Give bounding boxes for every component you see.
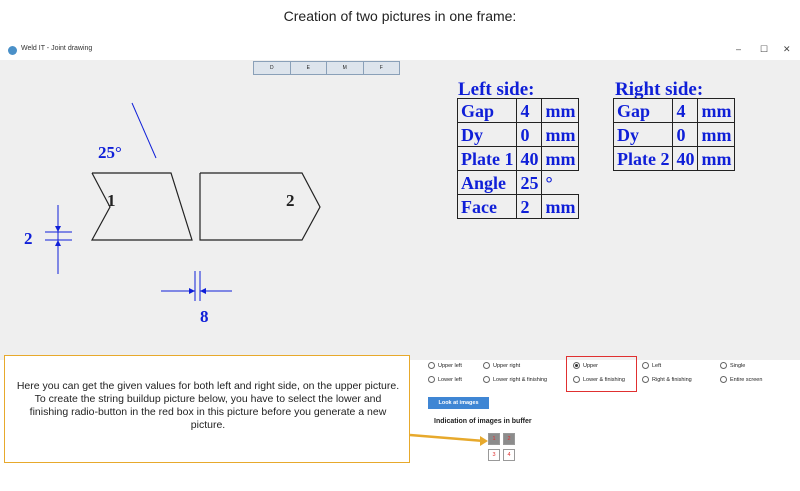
plate-1-label: 1 <box>107 191 116 210</box>
gap-arrow-down <box>55 226 61 232</box>
param-value: 40 <box>672 146 699 171</box>
radio-upper-right[interactable]: Upper right <box>483 362 520 369</box>
param-unit: mm <box>697 122 736 147</box>
param-value: 2 <box>516 194 543 219</box>
param-unit: mm <box>541 122 580 147</box>
radio-right-finishing[interactable]: Right & finishing <box>642 376 692 383</box>
param-name: Dy <box>456 122 518 147</box>
radio-label: Upper right <box>493 362 521 369</box>
buffer-cell-4: 4 <box>503 449 515 461</box>
param-name: Plate 2 <box>612 146 674 171</box>
param-value: 0 <box>516 122 543 147</box>
radio-left[interactable]: Left <box>642 362 661 369</box>
radio-circle[interactable] <box>642 376 649 383</box>
left-values-table: Gap 4 mm Dy 0 mm Plate 1 40 mm Angle 25 … <box>456 98 580 219</box>
param-unit: mm <box>697 146 736 171</box>
param-value: 4 <box>672 98 699 123</box>
radio-circle[interactable] <box>642 362 649 369</box>
table-row: Dy 0 mm <box>612 122 736 147</box>
radio-label: Lower right & finishing <box>493 376 548 383</box>
param-name: Gap <box>612 98 674 123</box>
table-row: Face 2 mm <box>456 194 580 219</box>
radio-label: Left <box>652 362 662 369</box>
param-name: Gap <box>456 98 518 123</box>
radio-label: Entire screen <box>730 376 763 383</box>
param-unit: mm <box>697 98 736 123</box>
plate-2-label: 2 <box>286 191 295 210</box>
radio-circle[interactable] <box>483 376 490 383</box>
param-unit: mm <box>541 98 580 123</box>
radio-circle[interactable] <box>483 362 490 369</box>
radio-upper-left[interactable]: Upper left <box>428 362 462 369</box>
joint-drawing: 25° 1 2 2 8 <box>24 102 321 326</box>
radio-single[interactable]: Single <box>720 362 745 369</box>
param-name: Face <box>456 194 518 219</box>
table-row: Plate 1 40 mm <box>456 146 580 171</box>
maximize-icon[interactable]: ☐ <box>760 44 768 55</box>
table-row: Gap 4 mm <box>456 98 580 123</box>
param-value: 25 <box>516 170 543 195</box>
param-name: Dy <box>612 122 674 147</box>
radio-lower-right-finishing[interactable]: Lower right & finishing <box>483 376 547 383</box>
table-row: Plate 2 40 mm <box>612 146 736 171</box>
radio-label: Right & finishing <box>652 376 692 383</box>
gap-dim-label: 2 <box>24 229 33 248</box>
right-values-table: Gap 4 mm Dy 0 mm Plate 2 40 mm <box>612 98 736 171</box>
right-plate <box>199 172 321 241</box>
param-unit: mm <box>541 146 580 171</box>
window-title: Weld IT - Joint drawing <box>21 45 93 52</box>
param-value: 4 <box>516 98 543 123</box>
table-row: Gap 4 mm <box>612 98 736 123</box>
radio-circle[interactable] <box>428 362 435 369</box>
radio-circle[interactable] <box>428 376 435 383</box>
radio-label: Lower left <box>438 376 462 383</box>
table-row: Dy 0 mm <box>456 122 580 147</box>
param-value: 40 <box>516 146 543 171</box>
radio-label: Single <box>730 362 746 369</box>
buffer-cell-2: 2 <box>503 433 515 445</box>
param-unit: mm <box>541 194 580 219</box>
buffer-indication-label: Indication of images in buffer <box>434 418 532 425</box>
buffer-cell-3: 3 <box>488 449 500 461</box>
radio-entire-screen[interactable]: Entire screen <box>720 376 762 383</box>
face-dim-label: 8 <box>200 307 209 326</box>
face-arrow-right <box>189 288 195 294</box>
param-value: 0 <box>672 122 699 147</box>
angle-label: 25° <box>98 143 122 162</box>
bevel-angle-line <box>131 102 157 159</box>
look-at-images-button[interactable]: Look at images <box>428 397 489 409</box>
param-unit: ° <box>545 172 553 193</box>
radio-circle[interactable] <box>720 376 727 383</box>
gap-arrow-up <box>55 240 61 246</box>
table-row: Angle 25 ° <box>456 170 579 195</box>
close-icon[interactable]: ✕ <box>783 44 791 55</box>
page-caption: Creation of two pictures in one frame: <box>283 8 517 24</box>
param-name: Angle <box>456 170 518 195</box>
app-icon <box>8 46 17 55</box>
minimize-icon[interactable]: – <box>736 44 741 54</box>
radio-circle[interactable] <box>720 362 727 369</box>
face-arrow-left <box>200 288 206 294</box>
title-bar <box>0 42 800 60</box>
red-highlight-box <box>566 356 637 392</box>
param-name: Plate 1 <box>456 146 518 171</box>
radio-label: Upper left <box>438 362 462 369</box>
buffer-cell-1: 1 <box>488 433 500 445</box>
radio-lower-left[interactable]: Lower left <box>428 376 462 383</box>
callout-text: Here you can get the given values for bo… <box>16 380 400 431</box>
